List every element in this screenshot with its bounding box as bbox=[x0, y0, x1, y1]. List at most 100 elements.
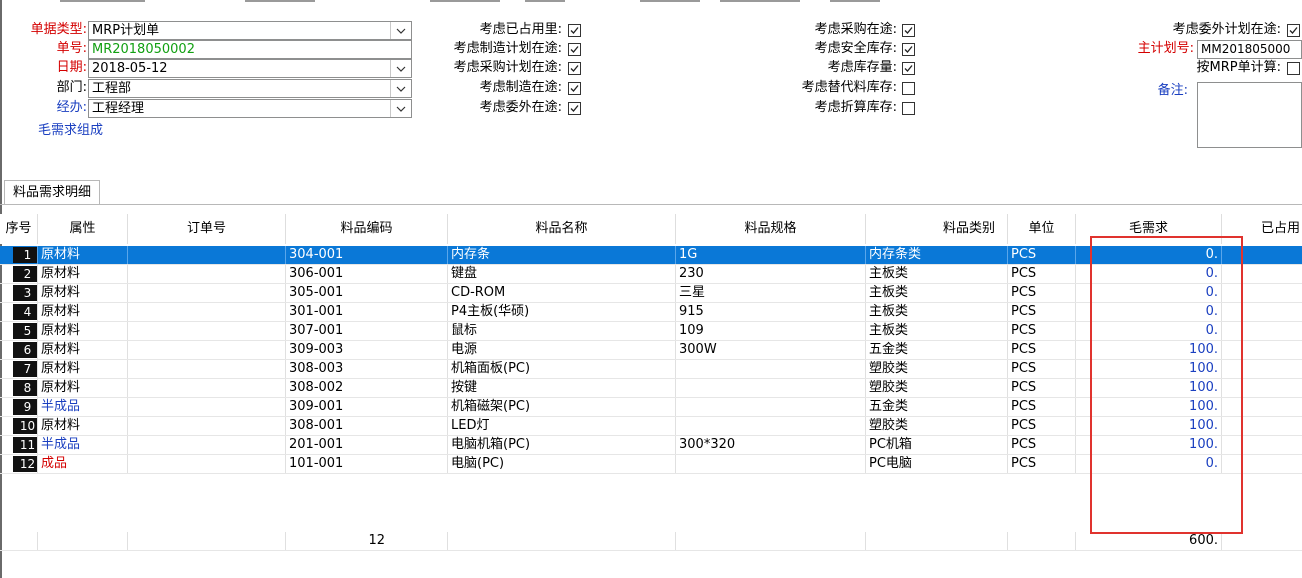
cell-attr: 原材料 bbox=[38, 284, 128, 302]
cell-spec: 109 bbox=[676, 322, 866, 340]
date-picker[interactable]: 2018-05-12 bbox=[88, 59, 412, 78]
cell-spec bbox=[676, 398, 866, 416]
option-checkbox[interactable] bbox=[568, 43, 581, 56]
option-label: 考虑委外在途: bbox=[479, 100, 562, 115]
cell-spec: 230 bbox=[676, 265, 866, 283]
option-label: 考虑折算库存: bbox=[814, 100, 897, 115]
footer-cell bbox=[1008, 532, 1076, 550]
cell-name: 按键 bbox=[448, 379, 676, 397]
cell-code: 301-001 bbox=[286, 303, 448, 321]
cell-name: 电脑(PC) bbox=[448, 455, 676, 473]
row-number-cell: 2 bbox=[0, 265, 38, 283]
option-label: 考虑安全库存: bbox=[814, 41, 897, 56]
cell-order bbox=[128, 284, 286, 302]
col-header[interactable]: 订单号 bbox=[128, 214, 286, 244]
highlight-box bbox=[1090, 236, 1243, 534]
table-footer: 12 600. bbox=[0, 532, 1302, 551]
row-number: 1 bbox=[13, 247, 37, 263]
chevron-down-icon[interactable] bbox=[390, 80, 411, 97]
cell-code: 101-001 bbox=[286, 455, 448, 473]
col-header[interactable]: 料品类别 bbox=[866, 214, 1008, 244]
cell-cat: 主板类 bbox=[866, 303, 1008, 321]
by-mrp-checkbox[interactable] bbox=[1287, 62, 1300, 75]
handler-value: 工程经理 bbox=[92, 101, 145, 116]
cell-cat: 主板类 bbox=[866, 284, 1008, 302]
cell-spec: 915 bbox=[676, 303, 866, 321]
row-number: 11 bbox=[13, 437, 37, 453]
cell-code: 308-002 bbox=[286, 379, 448, 397]
row-number-cell: 9 bbox=[0, 398, 38, 416]
col-header[interactable]: 属性 bbox=[38, 214, 128, 244]
master-plan-field[interactable]: MM201805000 bbox=[1197, 40, 1302, 59]
cell-unit: PCS bbox=[1008, 246, 1076, 264]
row-number: 7 bbox=[13, 361, 37, 377]
option-checkbox[interactable] bbox=[568, 102, 581, 115]
cell-spec: 300W bbox=[676, 341, 866, 359]
cell-spec bbox=[676, 455, 866, 473]
doc-no-label: 单号: bbox=[56, 41, 87, 56]
option-checkbox[interactable] bbox=[1287, 24, 1300, 37]
cell-order bbox=[128, 341, 286, 359]
cell-unit: PCS bbox=[1008, 284, 1076, 302]
chevron-down-icon[interactable] bbox=[390, 60, 411, 77]
cell-unit: PCS bbox=[1008, 436, 1076, 454]
row-number: 6 bbox=[13, 342, 37, 358]
footer-cell bbox=[676, 532, 866, 550]
handler-select[interactable]: 工程经理 bbox=[88, 99, 412, 118]
row-number: 3 bbox=[13, 285, 37, 301]
doc-no-field[interactable]: MR2018050002 bbox=[88, 40, 412, 59]
option-label: 考虑已占用里: bbox=[479, 22, 562, 37]
row-number-cell: 5 bbox=[0, 322, 38, 340]
cell-order bbox=[128, 436, 286, 454]
chevron-down-icon[interactable] bbox=[390, 22, 411, 39]
col-header[interactable]: 单位 bbox=[1008, 214, 1076, 244]
doc-type-select[interactable]: MRP计划单 bbox=[88, 21, 412, 40]
row-number: 10 bbox=[13, 418, 37, 434]
option-label: 考虑制造计划在途: bbox=[453, 41, 562, 56]
row-number-cell: 6 bbox=[0, 341, 38, 359]
dept-select[interactable]: 工程部 bbox=[88, 79, 412, 98]
cell-cat: 塑胶类 bbox=[866, 360, 1008, 378]
col-header[interactable]: 料品编码 bbox=[286, 214, 448, 244]
option-label: 考虑采购在途: bbox=[814, 22, 897, 37]
option-checkbox[interactable] bbox=[902, 43, 915, 56]
dept-value: 工程部 bbox=[92, 81, 132, 96]
option-checkbox[interactable] bbox=[902, 82, 915, 95]
cell-attr: 原材料 bbox=[38, 246, 128, 264]
cell-name: 机箱面板(PC) bbox=[448, 360, 676, 378]
row-number-cell: 8 bbox=[0, 379, 38, 397]
toolbar-strip bbox=[0, 0, 1302, 3]
doc-type-value: MRP计划单 bbox=[92, 23, 160, 38]
option-checkbox[interactable] bbox=[902, 62, 915, 75]
tab-material-demand[interactable]: 料品需求明细 bbox=[4, 180, 101, 205]
cell-spec: 300*320 bbox=[676, 436, 866, 454]
option-checkbox[interactable] bbox=[568, 24, 581, 37]
col-header[interactable]: 料品规格 bbox=[676, 214, 866, 244]
option-checkbox[interactable] bbox=[902, 102, 915, 115]
option-label: 考虑制造在途: bbox=[479, 80, 562, 95]
cell-unit: PCS bbox=[1008, 417, 1076, 435]
cell-attr: 原材料 bbox=[38, 265, 128, 283]
cell-order bbox=[128, 398, 286, 416]
cell-attr: 原材料 bbox=[38, 360, 128, 378]
cell-code: 306-001 bbox=[286, 265, 448, 283]
gross-demand-link[interactable]: 毛需求组成 bbox=[38, 122, 103, 140]
cell-spec bbox=[676, 417, 866, 435]
cell-attr: 半成品 bbox=[38, 436, 128, 454]
cell-attr: 原材料 bbox=[38, 379, 128, 397]
cell-unit: PCS bbox=[1008, 265, 1076, 283]
chevron-down-icon[interactable] bbox=[390, 100, 411, 117]
cell-cat: 主板类 bbox=[866, 322, 1008, 340]
cell-cat: 塑胶类 bbox=[866, 379, 1008, 397]
col-header[interactable]: 料品名称 bbox=[448, 214, 676, 244]
date-label: 日期: bbox=[56, 60, 87, 75]
cell-name: 鼠标 bbox=[448, 322, 676, 340]
option-checkbox[interactable] bbox=[568, 82, 581, 95]
option-checkbox[interactable] bbox=[568, 62, 581, 75]
row-number: 8 bbox=[13, 380, 37, 396]
cell-unit: PCS bbox=[1008, 360, 1076, 378]
cell-name: 电源 bbox=[448, 341, 676, 359]
col-header[interactable]: 序号 bbox=[0, 214, 38, 244]
remark-textarea[interactable] bbox=[1197, 82, 1302, 148]
option-checkbox[interactable] bbox=[902, 24, 915, 37]
